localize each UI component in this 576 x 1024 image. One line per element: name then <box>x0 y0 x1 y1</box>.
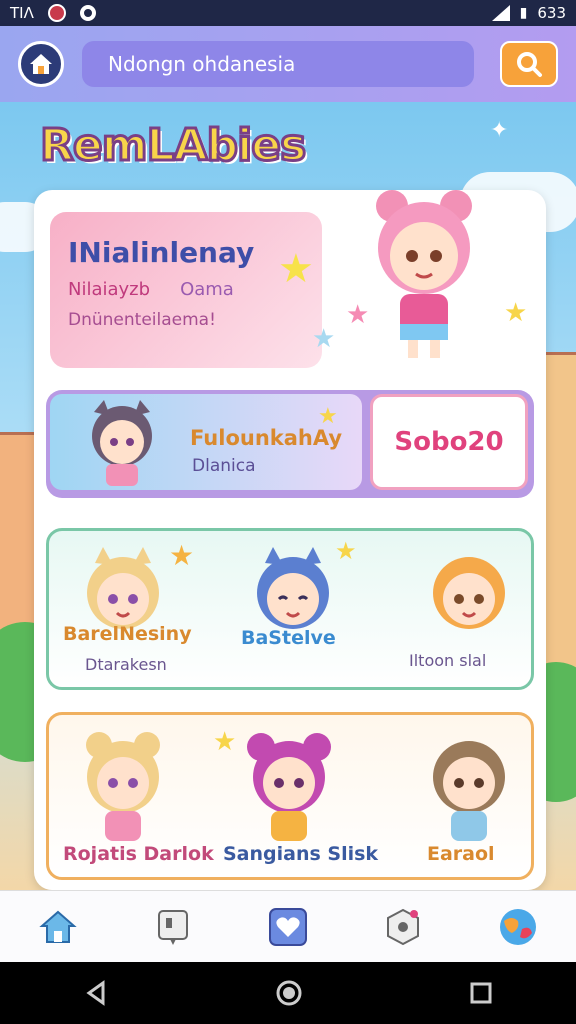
search-icon <box>517 52 542 77</box>
character-sub: Iltoon slal <box>409 651 487 670</box>
globe-icon <box>500 908 537 945</box>
featured-subtitle: Dlanica <box>192 456 256 476</box>
character-name: BarelNesiny <box>63 623 192 645</box>
featured-title: FulounkahAy <box>190 426 343 450</box>
hero-card[interactable]: INialinlenay Nilaiayzb Oama Dnünenteilae… <box>50 212 322 368</box>
chibi-girl-blonde[interactable] <box>73 541 173 671</box>
page-title: RemLAbies <box>38 119 307 173</box>
sparkle-icon: ✦ <box>490 118 509 143</box>
background-scene: RemLAbies ✦ INialinlenay Nilaiayzb Oama … <box>0 102 576 890</box>
star-icon: ★ <box>335 537 357 565</box>
featured-badge[interactable]: Sobo20 <box>370 394 528 490</box>
hero-sub-right: Oama <box>180 279 234 300</box>
star-icon: ★ <box>318 404 338 429</box>
recents-icon[interactable] <box>469 981 493 1005</box>
star-icon: ★ <box>312 324 336 354</box>
featured-banner[interactable]: FulounkahAy Dlanica ★ Sobo20 <box>46 390 534 498</box>
character-name: Sangians Slisk <box>223 843 379 865</box>
character-name: BaStelve <box>241 627 336 649</box>
hero-foot: Dnünenteilaema! <box>68 310 216 330</box>
character-name: Earaol <box>427 843 495 865</box>
heart-icon <box>268 907 307 946</box>
home-icon <box>38 910 77 943</box>
home-icon <box>30 54 52 74</box>
nav-home[interactable] <box>36 905 80 949</box>
chibi-girl-blonde-buns[interactable] <box>73 725 173 855</box>
stamp-icon <box>157 909 188 945</box>
character-name: Rojatis Darlok <box>63 843 214 865</box>
star-icon: ★ <box>504 298 528 328</box>
star-icon: ★ <box>346 300 370 330</box>
nav-settings[interactable] <box>381 905 425 949</box>
nav-favorites[interactable] <box>266 905 310 949</box>
chibi-girl-brown[interactable] <box>419 725 519 855</box>
clock: 633 <box>537 4 566 22</box>
character-row-1: BarelNesiny Dtarakesn BaStelve Iltoon sl… <box>46 528 534 690</box>
sync-icon <box>79 5 96 21</box>
chibi-girl-cat <box>92 400 152 486</box>
app-header: Ndongn ohdanesia <box>0 26 576 102</box>
star-icon: ★ <box>213 727 237 757</box>
featured-banner-left: FulounkahAy Dlanica ★ <box>50 394 362 490</box>
back-icon[interactable] <box>83 980 109 1006</box>
hero-sub-left: Nilaiayzb <box>68 279 151 300</box>
chibi-girl-pink <box>376 190 472 358</box>
home-button[interactable] <box>18 41 64 87</box>
search-button[interactable] <box>500 41 558 87</box>
status-bar: TIΛ ▮ 633 <box>0 0 576 26</box>
hex-settings-icon <box>387 908 420 945</box>
battery-icon: ▮ <box>519 5 528 21</box>
character-sub: Dtarakesn <box>85 655 167 674</box>
bottom-nav <box>0 890 576 962</box>
carrier-text: TIΛ <box>10 4 34 22</box>
search-input[interactable]: Ndongn ohdanesia <box>82 41 474 87</box>
star-icon: ★ <box>169 539 195 572</box>
notification-icon <box>47 4 66 22</box>
nav-globe[interactable] <box>496 905 540 949</box>
character-row-2: Rojatis Darlok Sangians Slisk Earaol ★ <box>46 712 534 880</box>
chibi-girl-blue[interactable] <box>243 541 343 671</box>
android-nav-bar <box>0 962 576 1024</box>
content-panel: INialinlenay Nilaiayzb Oama Dnünenteilae… <box>34 190 546 890</box>
signal-icon <box>491 5 510 21</box>
star-icon: ★ <box>278 246 314 292</box>
nav-stamp[interactable] <box>151 905 195 949</box>
hero-title: INialinlenay <box>68 236 255 269</box>
chibi-girl-purple[interactable] <box>239 725 339 855</box>
home-circle-icon[interactable] <box>275 979 303 1007</box>
